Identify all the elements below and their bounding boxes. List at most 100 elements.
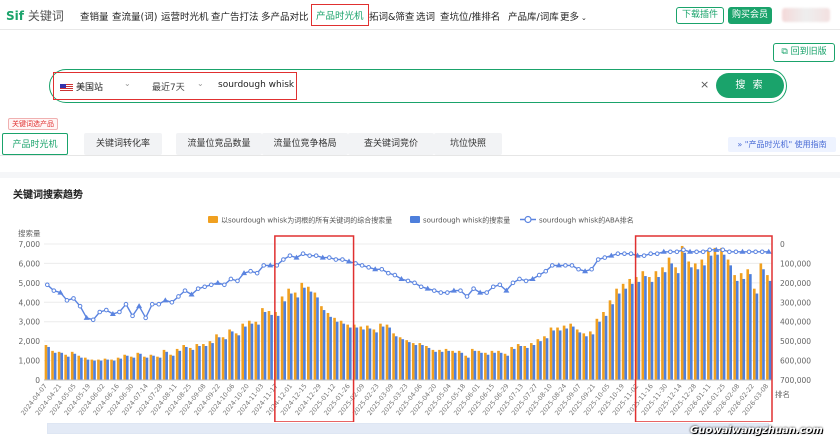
legend-swatch [208,216,218,223]
bar-keyword-volume [119,358,123,380]
bar-keyword-volume [565,328,569,380]
bar-total-volume [162,349,166,380]
bar-keyword-volume [703,265,706,380]
y-tick-label: 7,000 [19,240,41,249]
bar-keyword-volume [453,352,457,380]
bar-total-volume [713,247,717,380]
tab-traffic-landscape[interactable]: 流量位竞争格局 [262,133,348,155]
chart-zoom-handle[interactable] [47,423,769,434]
bar-keyword-volume [598,321,601,380]
nav-item-ops-timemachine[interactable]: 运营时光机 [161,9,209,23]
bar-total-volume [234,333,238,380]
bar-total-volume [674,267,677,380]
rank-point [326,255,332,260]
rank-point [149,301,155,307]
tab-keyword-conversion[interactable]: 关键词转化率 [84,133,162,155]
bar-keyword-volume [532,345,536,380]
nav-item-more[interactable]: 更多 ⌄ [560,9,587,23]
avatar[interactable] [782,8,830,22]
rank-point [392,272,398,278]
bar-keyword-volume [257,324,260,380]
rank-point [674,249,680,255]
chevron-down-icon[interactable]: ⌄ [197,79,204,88]
y2-tick-label: 600,000 [780,357,811,366]
bar-keyword-volume [617,293,621,380]
rank-point [64,298,70,303]
nav-item-library[interactable]: 产品库/词库 [508,9,559,23]
bar-total-volume [726,259,730,380]
bar-total-volume [411,343,415,380]
chevron-down-icon[interactable]: ⌄ [124,79,131,88]
tab-slot-snapshot[interactable]: 坑位快照 [434,133,502,155]
bar-keyword-volume [421,345,424,380]
rank-point [458,288,463,293]
buy-membership-button[interactable]: 购买会员 [728,7,772,24]
download-plugin-button[interactable]: 下载插件 [676,7,724,24]
date-range-select[interactable]: 最近7天 [152,80,185,93]
nav-item-traffic[interactable]: 查流量(词) [112,9,157,23]
bar-keyword-volume [388,327,391,380]
logo[interactable]: Sif 关键词 [6,7,64,24]
bar-keyword-volume [434,351,437,380]
bar-total-volume [739,273,743,380]
bar-total-volume [228,329,231,380]
bar-total-volume [84,357,87,380]
bar-total-volume [510,346,513,380]
nav-item-expand-keywords[interactable]: 拓词&筛查 [369,9,414,23]
nav-item-rank[interactable]: 查坑位/推排名 [440,9,500,23]
rank-point [176,294,181,299]
bar-keyword-volume [381,326,385,380]
bar-total-volume [457,350,461,380]
back-to-old-version-button[interactable]: ⧉ 回到旧版 [773,43,835,62]
chevron-down-icon: ⌄ [581,14,587,22]
rank-point [248,268,253,274]
bar-total-volume [359,326,363,380]
y-tick-label: 4,000 [19,298,41,307]
rank-point [90,317,96,323]
bar-total-volume [221,337,225,380]
y2-tick-label: 500,000 [780,337,811,346]
bar-keyword-volume [335,321,339,380]
rank-point [569,263,575,268]
usage-guide-link[interactable]: » "产品时光机" 使用指南 [728,137,836,152]
tab-keyword-bid[interactable]: 查关键词竞价 [348,133,434,155]
rank-point [595,257,601,262]
bar-total-volume [766,275,769,380]
nav-item-ads[interactable]: 查广告打法 [211,9,259,23]
bar-keyword-volume [722,254,726,380]
bar-total-volume [444,348,448,380]
bar-total-volume [64,354,67,380]
nav-item-sales[interactable]: 查销量 [80,9,109,23]
nav-item-select-words[interactable]: 选词 [416,9,435,23]
search-button[interactable]: 搜 索 [716,73,784,98]
bar-keyword-volume [637,281,641,380]
bar-total-volume [247,320,251,380]
bar-total-volume [156,356,159,380]
bar-total-volume [543,336,546,380]
rank-point [130,313,135,319]
bar-keyword-volume [263,312,267,380]
site-select[interactable]: 美国站 [60,80,103,93]
bar-total-volume [707,249,710,380]
bar-total-volume [654,271,658,380]
y-tick-label: 1,000 [19,357,41,366]
bar-total-volume [195,344,199,380]
bar-total-volume [182,345,186,380]
tab-traffic-competitors[interactable]: 流量位竞品数量 [176,133,262,155]
keyword-input[interactable]: sourdough whisk [218,80,294,90]
bar-total-volume [293,292,297,380]
rank-point [313,253,319,258]
rank-point [464,294,470,299]
bar-total-volume [385,324,389,380]
legend-swatch [524,215,532,224]
nav-item-product-timemachine[interactable]: 产品时光机 [311,4,369,26]
bar-keyword-volume [289,293,293,380]
rank-point [208,282,214,288]
nav-item-compare[interactable]: 多产品对比 [261,9,309,23]
rank-point [700,249,706,255]
clear-icon[interactable]: × [700,78,709,91]
tab-product-timemachine[interactable]: 产品时光机 [2,133,68,155]
rank-point [222,282,227,288]
bar-total-volume [484,352,487,380]
bar-keyword-volume [545,338,549,380]
